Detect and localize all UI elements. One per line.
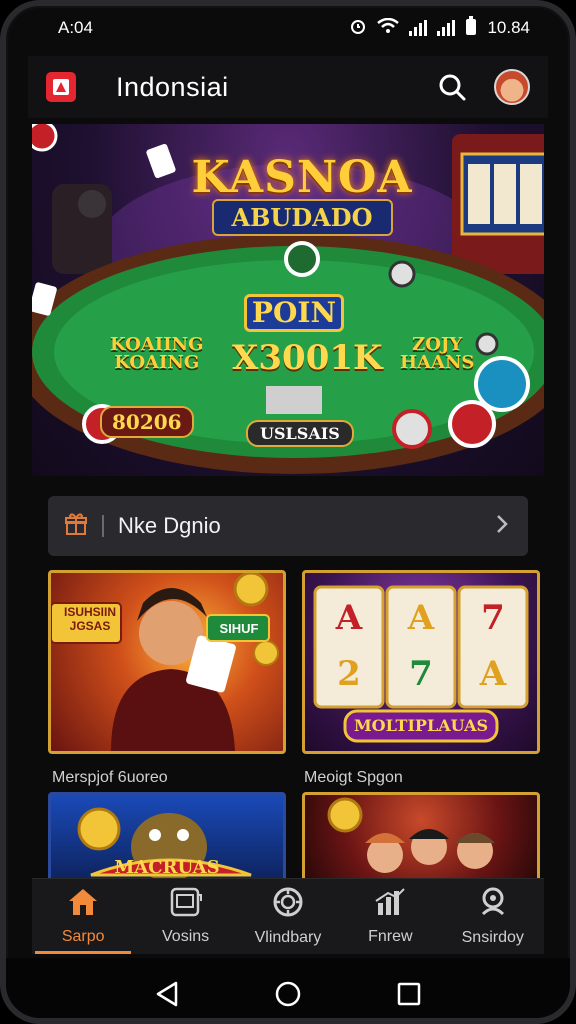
status-bar: A:04 10.84	[6, 6, 570, 50]
home-circle-icon[interactable]	[268, 974, 308, 1014]
wifi-icon	[377, 17, 400, 39]
svg-text:A: A	[335, 598, 363, 638]
hero-multiplier: X3001K	[232, 338, 383, 378]
app-header: Indonsiai	[28, 56, 548, 118]
svg-text:7: 7	[481, 598, 505, 638]
game-card-2[interactable]: A A 7 2 7 A MOLTIPLAUAS	[302, 570, 540, 754]
hero-right-label: ZOJY HAANS	[400, 334, 475, 373]
nav-label-chips: Vlindbary	[254, 929, 322, 946]
nav-item-home[interactable]: Sarpo	[33, 879, 133, 954]
svg-text:7: 7	[409, 654, 433, 694]
hero-logo-main: KASNOA	[191, 152, 413, 203]
back-icon[interactable]	[147, 974, 187, 1014]
gift-icon	[64, 512, 88, 541]
battery-icon	[465, 15, 477, 41]
home-icon	[66, 887, 100, 922]
alarm-icon	[349, 17, 367, 40]
card-1-sign: ISUHSIIN JGSAS	[63, 605, 116, 633]
card-1-artwork	[51, 573, 279, 751]
section-bar[interactable]: Nke Dgnio	[48, 496, 528, 556]
status-icons: 10.84	[349, 15, 530, 41]
hero-stack-label: USLSAIS	[246, 420, 354, 447]
game-card-1[interactable]: ISUHSIIN JGSAS SIHUF	[48, 570, 286, 754]
bottom-nav: Sarpo Vosins Vlindbary Fnrew Snsirdoy	[32, 878, 544, 954]
settings-icon	[477, 886, 509, 923]
recents-icon[interactable]	[389, 974, 429, 1014]
app-logo-icon[interactable]	[46, 72, 76, 102]
nav-item-settings[interactable]: Snsirdoy	[443, 879, 543, 954]
search-icon[interactable]	[432, 67, 472, 107]
signal-icon-2	[437, 20, 456, 36]
nav-label-stats: Fnrew	[368, 928, 413, 945]
nav-label-settings: Snsirdoy	[461, 929, 524, 946]
nav-label-slots: Vosins	[162, 928, 210, 945]
hero-banner[interactable]: KASNOA ABUDADO POIN X3001K KOAIING KOAIN…	[32, 124, 544, 476]
chart-icon	[374, 887, 406, 922]
slot-machine-icon	[170, 887, 202, 922]
section-title: Nke Dgnio	[118, 513, 221, 538]
hero-chip-label: 80206	[100, 406, 194, 438]
hero-logo: KASNOA ABUDADO	[182, 152, 422, 236]
svg-text:A: A	[479, 654, 507, 694]
nav-item-slots[interactable]: Vosins	[136, 879, 236, 954]
card-2-caption: Meoigt Spgon	[304, 769, 403, 786]
nav-item-chips[interactable]: Vlindbary	[238, 879, 338, 954]
battery-text: 10.84	[487, 18, 530, 37]
avatar[interactable]	[494, 69, 530, 105]
status-time: A:04	[58, 18, 93, 37]
nav-item-stats[interactable]: Fnrew	[340, 879, 440, 954]
hero-logo-sub: ABUDADO	[211, 199, 393, 236]
nav-label-home: Sarpo	[61, 928, 105, 945]
card-2-banner: MOLTIPLAUAS	[353, 716, 489, 735]
chevron-right-icon[interactable]	[492, 513, 512, 540]
hero-left-label: KOAIING KOAING	[110, 334, 204, 373]
chip-icon	[272, 886, 304, 923]
card-3-banner: MACRUAS	[114, 857, 220, 878]
svg-text:2: 2	[337, 654, 361, 694]
android-nav-bar	[6, 958, 570, 1018]
signal-icon	[409, 20, 428, 36]
svg-text:A: A	[407, 598, 435, 638]
card-1-coin-text: SIHUF	[219, 621, 259, 636]
phone-frame: A:04 10.84 Indonsiai KASNOA ABUDADO POIN…	[0, 0, 576, 1024]
app-title: Indonsiai	[116, 71, 229, 102]
section-divider	[102, 515, 104, 537]
hero-center-badge: POIN	[244, 294, 344, 332]
card-1-caption: Merspjof 6uoreo	[52, 769, 168, 786]
game-card-3[interactable]: MACRUAS	[48, 792, 286, 882]
card-4-artwork	[327, 797, 495, 873]
game-card-4[interactable]	[302, 792, 540, 882]
